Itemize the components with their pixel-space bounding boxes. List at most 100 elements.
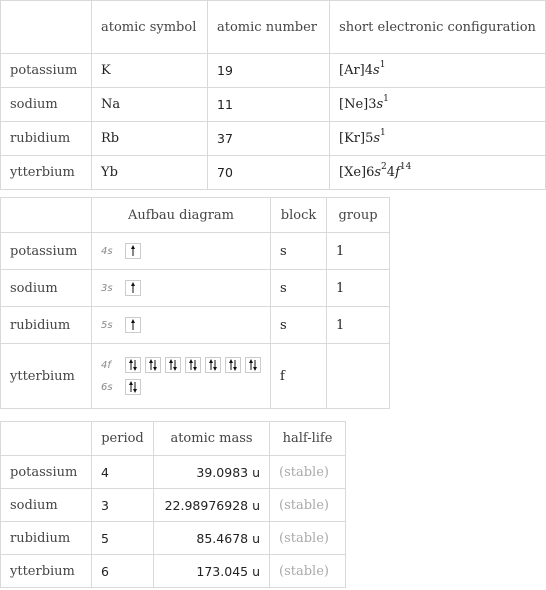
orbital-row: 4s: [101, 240, 261, 262]
mass-table: period atomic mass half-life potassium 4 3…: [0, 421, 346, 588]
config-core: [Ne]: [339, 97, 369, 112]
half-life: (stable): [269, 521, 346, 555]
spin-pair-arrows-icon: [209, 359, 217, 371]
element-name: sodium: [0, 488, 92, 522]
header-corner: [0, 0, 92, 54]
block: s: [270, 269, 327, 307]
period: 4: [91, 455, 154, 489]
spin-pair-arrows-icon: [149, 359, 157, 371]
orbital-box: [165, 357, 181, 373]
spin-up-arrow-icon: [131, 319, 135, 330]
table-row: potassium 4 39.0983 u (stable): [0, 455, 346, 489]
header-row: period atomic mass half-life: [0, 421, 346, 456]
group: 1: [326, 232, 390, 270]
element-name: rubidium: [0, 121, 92, 156]
electron-count: 14: [399, 162, 412, 172]
block: s: [270, 306, 327, 344]
electron-configuration: [Kr]5s1: [329, 121, 546, 156]
table-row: ytterbium 4f 6s f: [0, 343, 390, 409]
spin-pair-arrows-icon: [249, 359, 257, 371]
table-row: ytterbium 6 173.045 u (stable): [0, 554, 346, 588]
spin-pair-arrows-icon: [169, 359, 177, 371]
orbital-label: 4s: [101, 245, 113, 257]
period: 6: [91, 554, 154, 588]
element-name: sodium: [0, 87, 92, 122]
element-name: potassium: [0, 455, 92, 489]
table-row: ytterbium Yb 70 [Xe]6s24f14: [0, 155, 546, 190]
element-name: rubidium: [0, 306, 92, 344]
orbital-box: [245, 357, 261, 373]
electron-count: 1: [383, 94, 389, 104]
aufbau-diagram: 5s: [91, 306, 271, 344]
header-electron-config: short electronic configuration: [329, 0, 546, 54]
config-core: [Xe]: [339, 165, 367, 180]
period: 5: [91, 521, 154, 555]
subshell-letter: s: [373, 63, 380, 78]
header-corner: [0, 197, 92, 233]
electron-configuration: [Xe]6s24f14: [329, 155, 546, 190]
atomic-number: 11: [207, 87, 330, 122]
shell-number: 3: [368, 97, 377, 112]
aufbau-diagram: 4f 6s: [91, 343, 271, 409]
block: s: [270, 232, 327, 270]
header-half-life: half-life: [269, 421, 346, 456]
orbital-row: 5s: [101, 314, 261, 336]
orbital-row: 6s: [101, 376, 261, 398]
element-properties-table: atomic symbol atomic number short electr…: [0, 0, 546, 190]
element-name: ytterbium: [0, 155, 92, 190]
element-name: ytterbium: [0, 343, 92, 409]
aufbau-diagram: 4s: [91, 232, 271, 270]
orbital-box: [205, 357, 221, 373]
element-name: sodium: [0, 269, 92, 307]
header-block: block: [270, 197, 327, 233]
atomic-mass: 85.4678 u: [153, 521, 270, 555]
header-row: Aufbau diagram block group: [0, 197, 390, 233]
atomic-mass: 173.045 u: [153, 554, 270, 588]
spin-up-arrow-icon: [131, 245, 135, 256]
header-atomic-mass: atomic mass: [153, 421, 270, 456]
aufbau-diagram: 3s: [91, 269, 271, 307]
table-row: sodium 3s s 1: [0, 269, 390, 307]
spin-pair-arrows-icon: [189, 359, 197, 371]
orbital-box: [125, 317, 141, 333]
group: [326, 343, 390, 409]
orbital-label: 5s: [101, 319, 113, 331]
table-row: rubidium Rb 37 [Kr]5s1: [0, 121, 546, 156]
orbital-box: [125, 243, 141, 259]
element-name: ytterbium: [0, 554, 92, 588]
orbital-label: 3s: [101, 282, 113, 294]
orbital-row: 4f: [101, 354, 261, 376]
orbital-row: 3s: [101, 277, 261, 299]
orbital-box: [145, 357, 161, 373]
group: 1: [326, 269, 390, 307]
atomic-symbol: K: [91, 53, 208, 88]
atomic-mass: 39.0983 u: [153, 455, 270, 489]
atomic-mass: 22.98976928 u: [153, 488, 270, 522]
header-atomic-number: atomic number: [207, 0, 330, 54]
half-life: (stable): [269, 455, 346, 489]
table-row: sodium 3 22.98976928 u (stable): [0, 488, 346, 522]
electron-configuration: [Ar]4s1: [329, 53, 546, 88]
table-row: potassium 4s s 1: [0, 232, 390, 270]
spin-up-arrow-icon: [131, 282, 135, 293]
spin-pair-arrows-icon: [129, 381, 137, 393]
orbital-box: [125, 280, 141, 296]
spin-pair-arrows-icon: [129, 359, 137, 371]
orbital-box: [125, 379, 141, 395]
element-name: potassium: [0, 53, 92, 88]
group: 1: [326, 306, 390, 344]
header-atomic-symbol: atomic symbol: [91, 0, 208, 54]
half-life: (stable): [269, 554, 346, 588]
spin-pair-arrows-icon: [229, 359, 237, 371]
shell-number: 4: [364, 63, 374, 78]
atomic-number: 70: [207, 155, 330, 190]
atomic-symbol: Rb: [91, 121, 208, 156]
orbital-box: [125, 357, 141, 373]
header-period: period: [91, 421, 154, 456]
element-name: rubidium: [0, 521, 92, 555]
element-name: potassium: [0, 232, 92, 270]
orbital-box: [225, 357, 241, 373]
table-row: potassium K 19 [Ar]4s1: [0, 53, 546, 88]
table-row: sodium Na 11 [Ne]3s1: [0, 87, 546, 122]
orbital-box: [185, 357, 201, 373]
